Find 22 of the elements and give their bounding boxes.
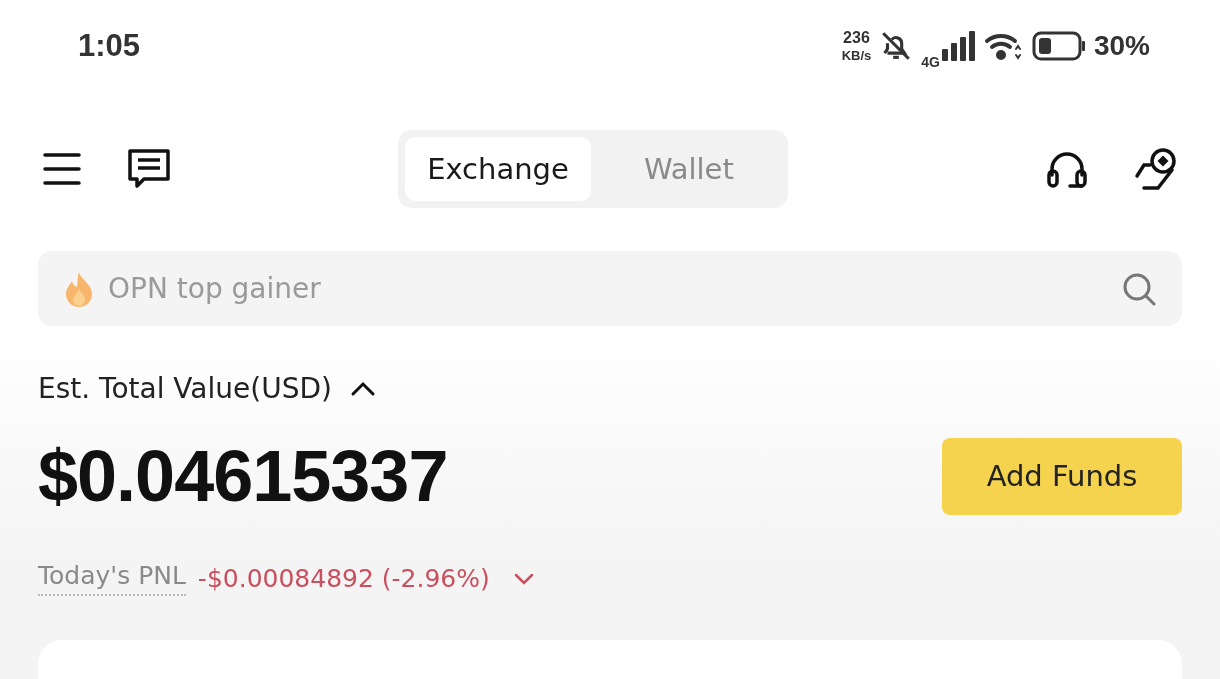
search-field[interactable]: OPN top gainer — [106, 271, 1110, 307]
hand-coin-icon[interactable] — [1134, 147, 1178, 192]
total-value-label: Est. Total Value(USD) — [38, 372, 332, 406]
clock: 1:05 — [78, 28, 141, 65]
flame-icon — [64, 270, 94, 307]
wifi-icon — [983, 31, 1024, 62]
add-funds-button[interactable]: Add Funds — [942, 437, 1182, 515]
tab[interactable]: Exchange — [405, 137, 591, 202]
network-type: 4G — [921, 54, 940, 71]
pnl-value: -$0.00084892 (-2.96%) — [197, 564, 490, 594]
search-bar[interactable]: OPN top gainer — [38, 251, 1182, 327]
speed-unit: KB/s — [841, 49, 872, 63]
total-value: $0.04615337 — [38, 435, 448, 518]
battery-percent: 30% — [1093, 30, 1150, 63]
menu-icon[interactable] — [42, 151, 82, 188]
speed-value: 236 — [843, 30, 870, 47]
headset-icon[interactable] — [1046, 149, 1088, 190]
signal-icon — [939, 31, 976, 62]
caret-icon[interactable] — [349, 380, 376, 397]
message-icon[interactable] — [128, 149, 170, 190]
battery-icon — [1031, 31, 1086, 62]
search-icon[interactable] — [1122, 271, 1156, 306]
